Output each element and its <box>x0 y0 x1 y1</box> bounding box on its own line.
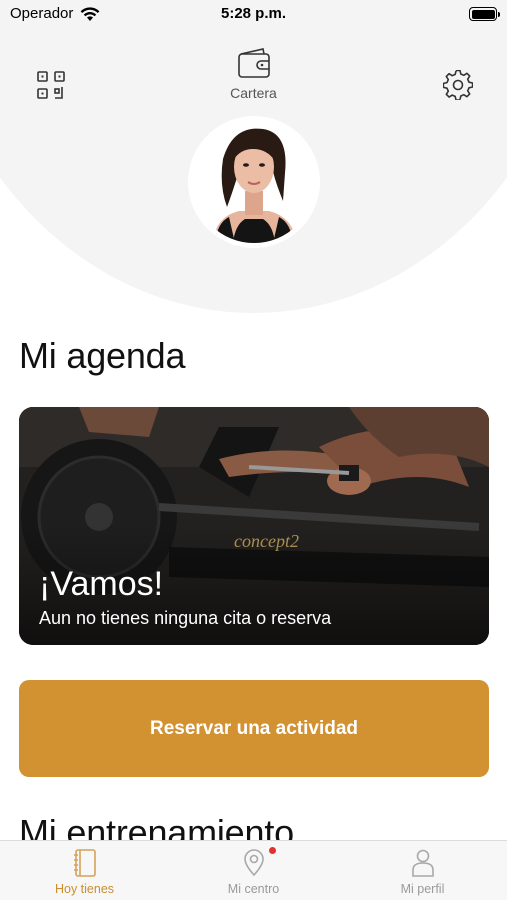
profile-photo <box>193 121 315 243</box>
book-activity-button[interactable]: Reservar una actividad <box>19 680 489 777</box>
tab-bar: Hoy tienes Mi centro Mi perfil <box>0 840 507 900</box>
clock: 5:28 p.m. <box>220 5 287 22</box>
tab-hoy-tienes[interactable]: Hoy tienes <box>0 841 169 900</box>
person-icon <box>411 849 434 877</box>
card-heading: ¡Vamos! <box>39 565 164 603</box>
tab-mi-centro[interactable]: Mi centro <box>169 841 338 900</box>
status-bar: Operador 5:28 p.m. <box>0 0 507 30</box>
tab-label-mi-centro: Mi centro <box>227 882 280 896</box>
tab-mi-perfil[interactable]: Mi perfil <box>338 841 507 900</box>
wallet-icon <box>237 48 270 78</box>
card-subtitle: Aun no tienes ninguna cita o reserva <box>39 608 332 628</box>
agenda-empty-card[interactable]: concept2 ¡Vamos! Aun no tienes ninguna c… <box>19 407 489 645</box>
qr-code-icon[interactable] <box>36 70 66 100</box>
gear-icon[interactable] <box>443 70 473 100</box>
notification-dot <box>269 847 276 854</box>
profile-avatar[interactable] <box>188 116 320 248</box>
wallet-label: Cartera <box>230 85 277 101</box>
location-pin-icon <box>243 849 264 877</box>
agenda-title: Mi agenda <box>19 335 186 376</box>
notebook-icon <box>73 849 96 877</box>
tab-label-mi-perfil: Mi perfil <box>400 882 445 896</box>
battery-icon <box>469 7 500 21</box>
app-screen: Operador 5:28 p.m. Cartera Mi agenda ¡Va… <box>0 0 507 900</box>
tab-label-hoy-tienes: Hoy tienes <box>54 882 115 896</box>
wallet-button[interactable]: Cartera <box>214 47 294 107</box>
